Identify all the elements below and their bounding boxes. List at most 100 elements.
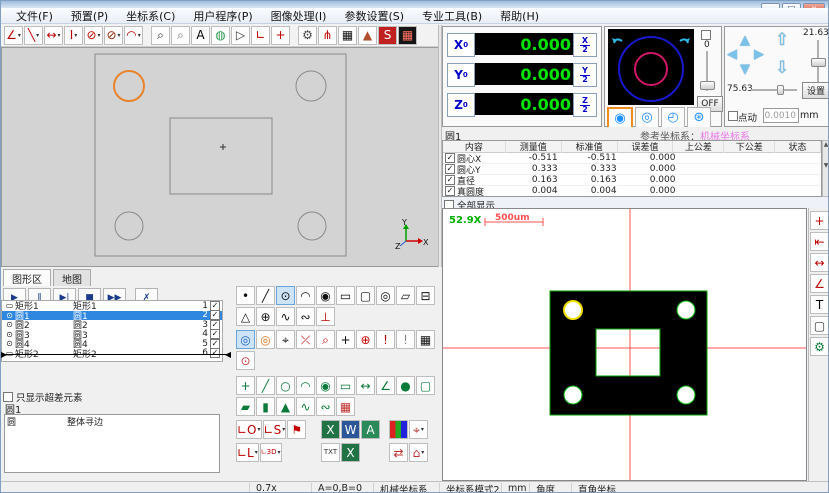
element-list[interactable]: ▭矩形1矩形11✓⊙圆1圆12✓⊙圆2圆23✓⊙圆3圆34✓⊙圆4圆45✓▭矩形… <box>1 300 223 362</box>
width-measure-button[interactable]: ↔▾ <box>44 26 63 45</box>
dropdown-arrow-icon[interactable]: ▾ <box>138 32 141 39</box>
construct-point-button[interactable]: + <box>236 376 255 395</box>
table-scrollbar[interactable]: ▲▼ <box>822 140 829 197</box>
program-position-marker[interactable]: ▶ ◀ <box>1 354 231 355</box>
z-up-button[interactable]: ⇧ <box>775 32 789 49</box>
globe-view-button[interactable]: ◍ <box>211 26 230 45</box>
height-measure-button[interactable]: I▾ <box>64 26 83 45</box>
dropdown-arrow-icon[interactable]: ▾ <box>277 449 280 456</box>
csys-skew-button[interactable]: ∟S▾ <box>263 420 287 439</box>
zoom-in-button[interactable]: ⌕ <box>151 26 170 45</box>
y-axis-half-button[interactable]: Y2 <box>573 63 597 87</box>
pick-point-tool-button[interactable]: ⌖ <box>276 330 295 349</box>
dropdown-arrow-icon[interactable]: ▾ <box>421 449 424 456</box>
auto-ring-tool-button[interactable]: ◎ <box>236 330 255 349</box>
dropdown-arrow-icon[interactable]: ▾ <box>421 426 424 433</box>
line-measure-button[interactable]: ╲▾ <box>24 26 43 45</box>
text-label-button[interactable]: A <box>191 26 210 45</box>
magnify-edge-tool-button[interactable]: ⌕ <box>316 330 335 349</box>
construct-curve-button[interactable]: ∿ <box>296 397 315 416</box>
dropdown-arrow-icon[interactable]: ▾ <box>282 426 285 433</box>
home-position-button[interactable]: ⌂▾ <box>409 443 428 462</box>
target-circle-tool-button[interactable]: ⊕ <box>356 330 375 349</box>
dropdown-arrow-icon[interactable]: ▾ <box>18 32 21 39</box>
construct-rectangle-button[interactable]: ▭ <box>336 376 355 395</box>
construct-circle-button[interactable]: ○ <box>276 376 295 395</box>
z-axis-zero-button[interactable]: Z0 <box>447 93 475 117</box>
pin-gray-tool-button[interactable]: ! <box>396 330 415 349</box>
run-program-button[interactable]: ▷ <box>231 26 250 45</box>
crosshair-tool-button[interactable]: + <box>810 211 829 230</box>
detail-row[interactable]: 圆整体寻边 <box>5 415 219 427</box>
camera-settings-button[interactable]: ⚙ <box>810 337 829 356</box>
construct-ring-button[interactable]: ● <box>396 376 415 395</box>
z-slider-handle[interactable] <box>811 58 826 67</box>
slot-tool-button[interactable]: ▢ <box>356 286 375 305</box>
dropdown-arrow-icon[interactable]: ▾ <box>98 32 101 39</box>
segment-light-button[interactable]: ⊛ <box>687 107 711 128</box>
menu-user-program[interactable]: 用户程序(P) <box>184 8 261 24</box>
item-checkbox[interactable]: ✓ <box>210 301 220 311</box>
set-button[interactable]: 设置 <box>802 82 829 99</box>
pin-tool-button[interactable]: ! <box>376 330 395 349</box>
construct-slot-button[interactable]: ▢ <box>416 376 435 395</box>
row-checkbox[interactable]: ✓ <box>445 175 455 185</box>
ellipse-tool-button[interactable]: ◉ <box>316 286 335 305</box>
jog-left-button[interactable]: ◀ <box>727 48 737 61</box>
xy-slider-handle[interactable] <box>777 85 784 95</box>
tab-map[interactable]: 地图 <box>53 269 91 286</box>
construct-plane-button[interactable]: ▰ <box>236 397 255 416</box>
ring-light-button[interactable]: ◎ <box>635 107 659 128</box>
row-checkbox[interactable]: ✓ <box>445 164 455 174</box>
edge-ring-tool-button[interactable]: ◎ <box>256 330 275 349</box>
construct-line-button[interactable]: ╱ <box>256 376 275 395</box>
rgb-display-button[interactable] <box>389 420 408 439</box>
dropdown-arrow-icon[interactable]: ▾ <box>36 32 39 39</box>
x-axis-half-button[interactable]: X2 <box>573 33 597 57</box>
row-checkbox[interactable]: ✓ <box>445 153 455 163</box>
construct-cylinder-button[interactable]: ▮ <box>256 397 275 416</box>
line-tool-button[interactable]: ╱ <box>256 286 275 305</box>
export-word-button[interactable]: W <box>341 420 360 439</box>
radius-measure-button[interactable]: ⊘▾ <box>104 26 123 45</box>
menu-parameter-settings[interactable]: 参数设置(S) <box>335 8 413 24</box>
menu-image-processing[interactable]: 图像处理(I) <box>262 8 336 24</box>
distance-tool-button[interactable]: ↔ <box>810 253 829 272</box>
ring-tool-button[interactable]: ◎ <box>376 286 395 305</box>
cone-tool-button[interactable]: △ <box>236 307 255 326</box>
s-tool-button[interactable]: S <box>378 26 397 45</box>
cylinder-tool-button[interactable]: ⊟ <box>416 286 435 305</box>
path-navigate-button[interactable]: ⇄ <box>389 443 408 462</box>
construct-angle-button[interactable]: ∠ <box>376 376 395 395</box>
cross-tool-button[interactable]: + <box>336 330 355 349</box>
fullscreen-tool-button[interactable]: ▢ <box>810 316 829 335</box>
export-excel-button[interactable]: X <box>321 420 340 439</box>
circle2[interactable] <box>296 71 326 101</box>
dropdown-arrow-icon[interactable]: ▾ <box>255 449 258 456</box>
text-tool-button[interactable]: T <box>810 295 829 314</box>
dashed-circle-tool-button[interactable]: ⊙ <box>236 351 255 370</box>
inner-pocket-rect[interactable] <box>170 118 272 194</box>
row-checkbox[interactable]: ✓ <box>445 186 455 196</box>
detail-box[interactable]: 圆整体寻边 <box>4 414 220 473</box>
probe-config-button[interactable]: ⋔ <box>318 26 337 45</box>
menu-pro-tools[interactable]: 专业工具(B) <box>413 8 491 24</box>
construct-closed-curve-button[interactable]: ∾ <box>316 397 335 416</box>
dropdown-arrow-icon[interactable]: ▾ <box>74 32 77 39</box>
sphere-tool-button[interactable]: ⊕ <box>256 307 275 326</box>
export-excel-template-button[interactable]: X <box>341 443 360 462</box>
export-txt-button[interactable]: TXT <box>321 443 340 462</box>
x-axis-zero-button[interactable]: X0 <box>447 33 475 57</box>
crosshair-display-button[interactable]: ⌖▾ <box>409 420 428 439</box>
csys-3d-button[interactable]: ∟3D▾ <box>260 443 282 462</box>
stage-move-button[interactable]: + <box>271 26 290 45</box>
item-checkbox[interactable]: ✓ <box>210 320 220 330</box>
calc-tool-button[interactable]: ▦ <box>398 26 417 45</box>
light-lock-checkbox[interactable] <box>701 30 711 40</box>
construct-distance-button[interactable]: ↔ <box>356 376 375 395</box>
jog-up-button[interactable]: ▲ <box>740 34 750 47</box>
item-checkbox[interactable]: ✓ <box>210 310 220 320</box>
csys-flag-button[interactable]: ⚑ <box>287 420 306 439</box>
live-camera-view[interactable]: 52.9X 500um <box>442 208 807 481</box>
construct-cone-button[interactable]: ▲ <box>276 397 295 416</box>
